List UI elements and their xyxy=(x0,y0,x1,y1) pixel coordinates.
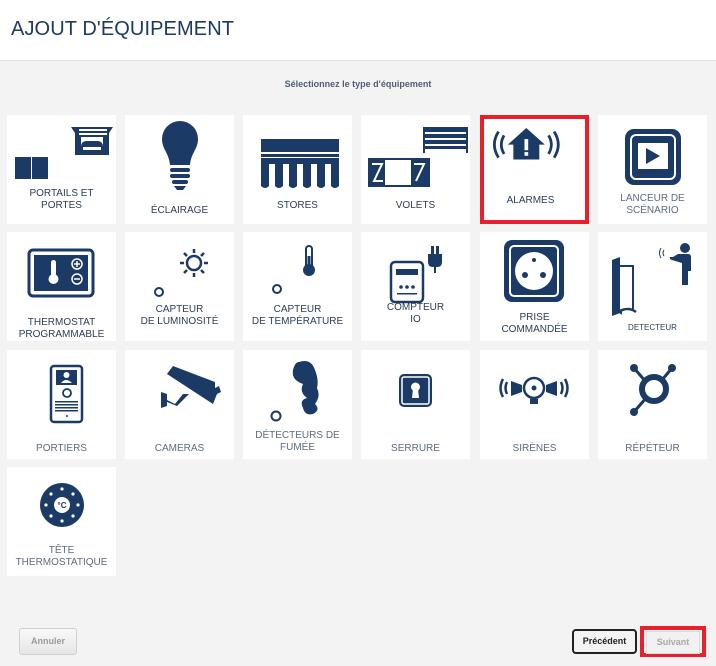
equipment-tile-label: SERRURE xyxy=(361,443,470,455)
label-line: SIRÈNES xyxy=(512,443,557,454)
equipment-tile-label: CAPTEUR DE TEMPÉRATURE xyxy=(243,304,352,328)
equipment-tile-label: CAPTEUR DE LUMINOSITÉ xyxy=(125,304,234,328)
equipment-tile[interactable]: PRISE COMMANDÉE xyxy=(480,232,589,341)
label-line: PROGRAMMABLE xyxy=(18,329,105,340)
page-header: AJOUT D'ÉQUIPEMENT xyxy=(0,0,716,61)
label-line: DE LUMINOSITÉ xyxy=(140,316,219,327)
label-line: PORTAILS ET xyxy=(29,188,94,199)
equipment-tile-label: DETECTEUR xyxy=(598,322,707,334)
label-line: SCÉNARIO xyxy=(626,205,679,216)
label-line: COMPTEUR xyxy=(386,302,445,313)
instruction-text: Sélectionnez le type d'équipement xyxy=(284,79,432,89)
equipment-tile-label: CAMERAS xyxy=(125,443,234,455)
label-line: LANCEUR DE xyxy=(620,193,685,204)
cancel-button[interactable]: Annuler xyxy=(19,628,77,655)
label-line: STORES xyxy=(277,200,318,211)
label-line: SERRURE xyxy=(391,443,440,454)
label-line: CAPTEUR xyxy=(273,304,322,315)
equipment-tile-label: PORTAILS ET PORTES xyxy=(7,188,116,212)
equipment-tile[interactable]: °C TÊTE THERMOSTATIQUE xyxy=(7,467,116,576)
label-line: THERMOSTAT xyxy=(27,317,96,328)
label-line: IO xyxy=(410,314,421,325)
label-line: RÉPÉTEUR xyxy=(625,443,680,454)
label-line: PORTIERS xyxy=(36,443,87,454)
next-button-label: Suivant xyxy=(646,631,700,654)
equipment-tile[interactable]: SERRURE xyxy=(361,350,470,459)
previous-button[interactable]: Précédent xyxy=(572,629,637,654)
equipment-tile[interactable]: THERMOSTAT PROGRAMMABLE xyxy=(7,232,116,341)
label-line: VOLETS xyxy=(395,200,436,211)
label-line: DETECTEUR xyxy=(628,323,677,332)
equipment-tile[interactable]: STORES xyxy=(243,115,352,224)
equipment-tile-label: RÉPÉTEUR xyxy=(598,443,707,455)
equipment-tile-label: STORES xyxy=(243,200,352,212)
equipment-tile-label: THERMOSTAT PROGRAMMABLE xyxy=(7,317,116,341)
label-line: FUMÉE xyxy=(280,442,315,453)
label-line: DÉTECTEURS DE xyxy=(255,430,340,441)
equipment-tile[interactable]: RÉPÉTEUR xyxy=(598,350,707,459)
equipment-tile[interactable]: CAMERAS xyxy=(125,350,234,459)
label-line: PRISE xyxy=(519,312,550,323)
page-title: AJOUT D'ÉQUIPEMENT xyxy=(11,18,235,40)
equipment-tile[interactable]: ALARMES xyxy=(480,115,589,224)
label-line: THERMOSTATIQUE xyxy=(15,557,108,568)
equipment-tile-label: SIRÈNES xyxy=(480,443,589,455)
next-button[interactable]: Suivant xyxy=(640,626,706,657)
equipment-tile[interactable]: LANCEUR DE SCÉNARIO xyxy=(598,115,707,224)
equipment-tile[interactable]: PORTIERS xyxy=(7,350,116,459)
equipment-tile-label: PRISE COMMANDÉE xyxy=(480,312,589,336)
equipment-tile[interactable]: SIRÈNES xyxy=(480,350,589,459)
label-line: TÊTE xyxy=(48,545,75,556)
equipment-tile[interactable]: PORTAILS ET PORTES xyxy=(7,115,116,224)
label-line: DE TEMPÉRATURE xyxy=(251,316,344,327)
equipment-tile[interactable]: ÉCLAIRAGE xyxy=(125,115,234,224)
equipment-tile-label: PORTIERS xyxy=(7,443,116,455)
equipment-tile[interactable]: DÉTECTEURS DE FUMÉE xyxy=(243,350,352,459)
equipment-tile-label: DÉTECTEURS DE FUMÉE xyxy=(243,430,352,454)
equipment-tile-label: COMPTEUR IO xyxy=(361,302,470,326)
equipment-tile-label: ALARMES xyxy=(480,195,581,207)
equipment-tile[interactable]: CAPTEUR DE TEMPÉRATURE xyxy=(243,232,352,341)
svg-text:°C: °C xyxy=(58,501,67,510)
equipment-tile[interactable]: DETECTEUR xyxy=(598,232,707,341)
equipment-tile-label: ÉCLAIRAGE xyxy=(125,205,234,217)
label-line: CAMERAS xyxy=(154,443,205,454)
label-line: ALARMES xyxy=(506,195,555,206)
label-line: PORTES xyxy=(41,200,82,211)
equipment-tile[interactable]: COMPTEUR IO xyxy=(361,232,470,341)
equipment-tile-label: TÊTE THERMOSTATIQUE xyxy=(7,545,116,569)
label-line: COMMANDÉE xyxy=(501,324,568,335)
label-line: CAPTEUR xyxy=(155,304,204,315)
equipment-tile[interactable]: CAPTEUR DE LUMINOSITÉ xyxy=(125,232,234,341)
equipment-tile-label: VOLETS xyxy=(361,200,470,212)
equipment-tile-label: LANCEUR DE SCÉNARIO xyxy=(598,193,707,217)
label-line: ÉCLAIRAGE xyxy=(150,205,209,216)
equipment-tile[interactable]: VOLETS xyxy=(361,115,470,224)
